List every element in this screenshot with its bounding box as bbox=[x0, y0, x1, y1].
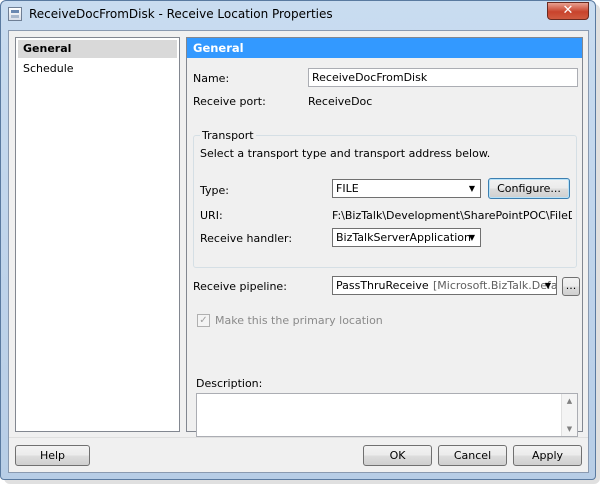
uri-value: F:\BizTalk\Development\SharePointPOC\Fil… bbox=[332, 209, 572, 222]
receive-pipeline-assembly: [Microsoft.BizTalk.Defau bbox=[433, 279, 557, 292]
description-field[interactable]: ▲ ▼ bbox=[196, 393, 578, 437]
app-icon bbox=[8, 7, 22, 21]
receive-handler-value: BizTalkServerApplication bbox=[336, 231, 471, 244]
name-label: Name: bbox=[193, 72, 230, 85]
uri-label: URI: bbox=[200, 209, 223, 222]
nav-item-schedule[interactable]: Schedule bbox=[18, 60, 177, 78]
window-title: ReceiveDocFromDisk - Receive Location Pr… bbox=[29, 7, 333, 21]
primary-location-label: Make this the primary location bbox=[215, 314, 383, 327]
receive-handler-label: Receive handler: bbox=[200, 232, 293, 245]
footer-divider bbox=[9, 437, 588, 438]
cancel-button[interactable]: Cancel bbox=[438, 445, 507, 466]
receive-port-label: Receive port: bbox=[193, 95, 266, 108]
page-navigation: General Schedule bbox=[15, 37, 180, 432]
scroll-up-icon[interactable]: ▲ bbox=[562, 394, 577, 408]
nav-item-general[interactable]: General bbox=[18, 40, 177, 58]
dialog-window: ReceiveDocFromDisk - Receive Location Pr… bbox=[0, 0, 596, 480]
panel-header: General bbox=[187, 38, 582, 58]
name-field[interactable]: ReceiveDocFromDisk bbox=[308, 68, 578, 87]
transport-group: Transport Select a transport type and tr… bbox=[193, 129, 577, 268]
pipeline-browse-button[interactable]: ... bbox=[562, 277, 580, 296]
scroll-down-icon[interactable]: ▼ bbox=[562, 422, 577, 436]
transport-instruction: Select a transport type and transport ad… bbox=[200, 147, 491, 160]
chevron-down-icon: ▼ bbox=[468, 233, 476, 242]
transport-group-title: Transport bbox=[200, 129, 256, 142]
chevron-down-icon: ▼ bbox=[544, 281, 552, 290]
close-icon: ✕ bbox=[562, 3, 574, 18]
primary-location-checkbox[interactable]: ✓ bbox=[197, 314, 210, 327]
title-bar[interactable]: ReceiveDocFromDisk - Receive Location Pr… bbox=[1, 1, 595, 29]
receive-pipeline-select[interactable]: PassThruReceive [Microsoft.BizTalk.Defau… bbox=[332, 276, 557, 295]
close-button[interactable]: ✕ bbox=[547, 2, 589, 20]
receive-handler-select[interactable]: BizTalkServerApplication ▼ bbox=[332, 228, 481, 247]
description-label: Description: bbox=[196, 377, 263, 390]
receive-pipeline-label: Receive pipeline: bbox=[193, 280, 287, 293]
transport-type-select[interactable]: FILE ▼ bbox=[332, 179, 481, 198]
chevron-down-icon: ▼ bbox=[468, 184, 476, 193]
ok-button[interactable]: OK bbox=[363, 445, 432, 466]
description-scrollbar[interactable]: ▲ ▼ bbox=[561, 394, 577, 436]
configure-button[interactable]: Configure... bbox=[488, 178, 570, 199]
receive-port-value: ReceiveDoc bbox=[308, 95, 373, 108]
dialog-client: General Schedule General Name: ReceiveDo… bbox=[8, 30, 589, 473]
receive-pipeline-value: PassThruReceive bbox=[336, 279, 429, 292]
transport-type-value: FILE bbox=[336, 182, 359, 195]
help-button[interactable]: Help bbox=[15, 445, 90, 466]
apply-button[interactable]: Apply bbox=[513, 445, 582, 466]
general-panel: General Name: ReceiveDocFromDisk Receive… bbox=[186, 37, 583, 437]
type-label: Type: bbox=[200, 184, 229, 197]
